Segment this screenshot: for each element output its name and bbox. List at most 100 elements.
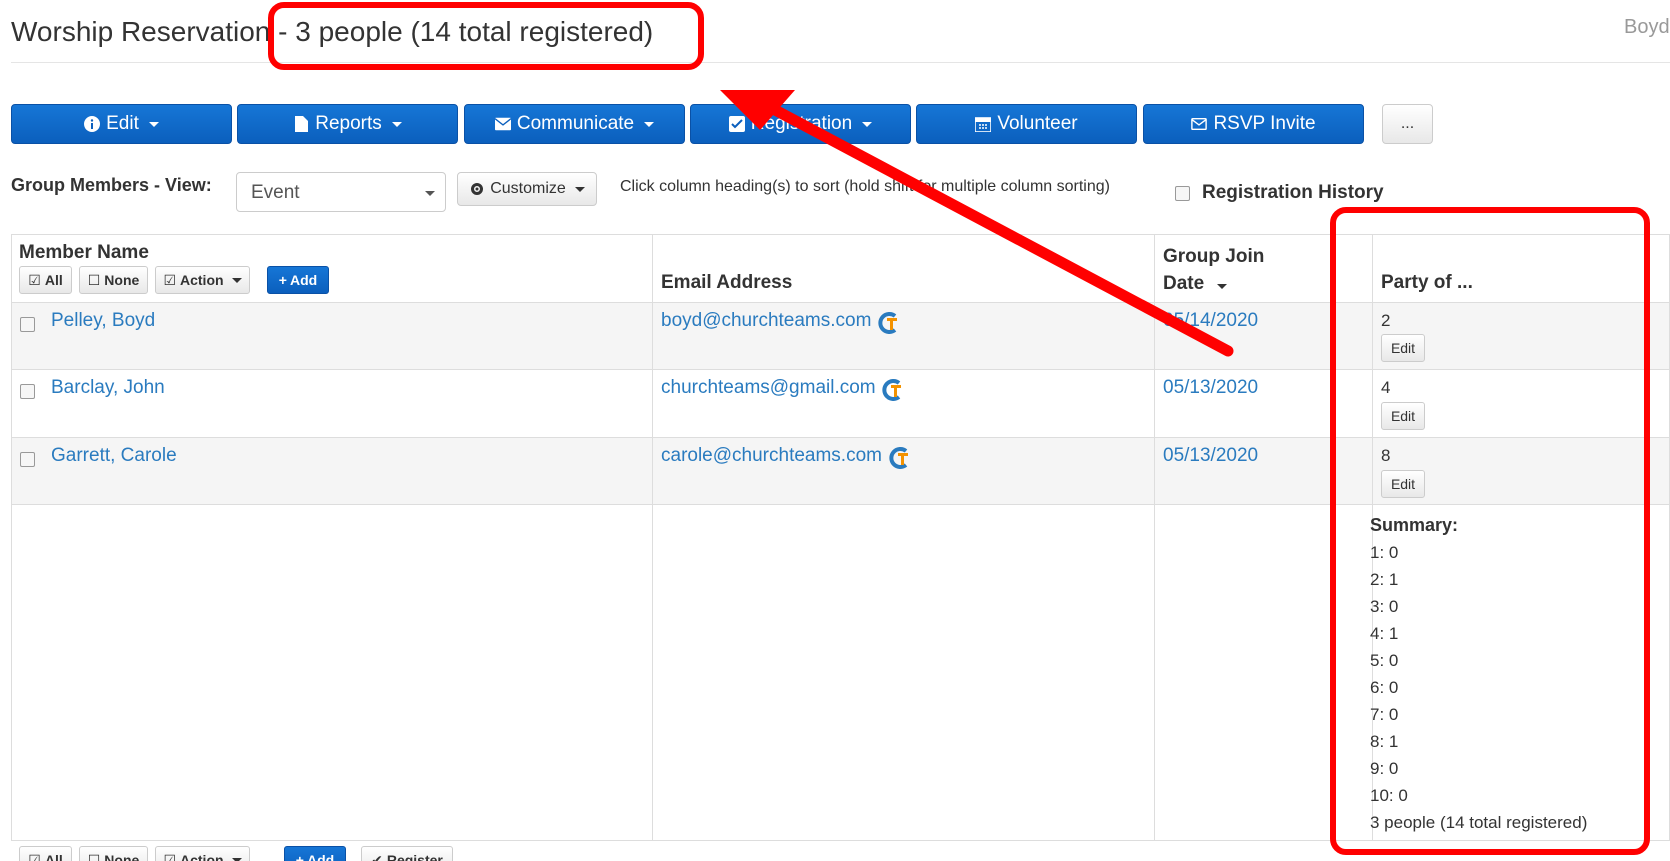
plus-icon: + [278,272,287,288]
edit-party-button[interactable]: Edit [1381,334,1425,362]
join-date-link[interactable]: 05/14/2020 [1163,310,1258,332]
check-square-icon: ☑ [163,851,176,861]
join-date-link[interactable]: 05/13/2020 [1163,377,1258,399]
rsvp-invite-button[interactable]: RSVP Invite [1143,104,1364,144]
summary-line: 5: 0 [1370,651,1399,670]
check-icon: ✔ [371,851,383,861]
party-size: 4 [1381,378,1391,397]
row-checkbox[interactable] [20,317,35,332]
edit-button[interactable]: Edit [11,104,232,144]
volunteer-button-label: Volunteer [997,113,1078,134]
row-checkbox[interactable] [20,452,35,467]
churchteams-icon[interactable] [882,379,904,401]
column-header-member-name[interactable]: Member Name [19,242,149,264]
check-square-icon [728,116,745,132]
column-header-email[interactable]: Email Address [661,272,792,294]
summary-line: 1: 0 [1370,543,1399,562]
volunteer-button[interactable]: Volunteer [916,104,1137,144]
title-divider [11,62,1670,63]
action-button[interactable]: ☑ Action [155,266,250,294]
column-header-join-date[interactable]: Group Join [1163,246,1264,268]
square-icon: ☐ [87,271,101,288]
view-select[interactable]: Event [236,172,446,212]
select-all-button-footer[interactable]: ☑ All [19,846,72,861]
square-icon: ☐ [87,851,101,861]
summary-line: 10: 0 [1370,786,1408,805]
envelope-icon [494,116,511,132]
select-none-label: None [104,852,140,861]
action-label: Action [180,272,224,288]
select-none-button-footer[interactable]: ☐ None [79,846,148,861]
email-link[interactable]: carole@churchteams.com [661,445,882,467]
summary-line: 9: 0 [1370,759,1399,778]
page-title: Worship Reservation - 3 people (14 total… [11,16,654,47]
churchteams-icon[interactable] [889,447,911,469]
chevron-down-icon [644,121,655,127]
table-border [11,840,1670,841]
chevron-down-icon [148,121,159,127]
summary-line: 3: 0 [1370,597,1399,616]
summary-line: 8: 1 [1370,732,1399,751]
add-member-button-footer[interactable]: + Add [284,846,346,861]
chevron-down-icon [231,277,242,283]
action-button-footer[interactable]: ☑ Action [155,846,250,861]
check-square-icon: ☑ [28,851,41,861]
table-border [11,504,1670,505]
table-border [11,437,1670,438]
user-name[interactable]: Boyd [1624,16,1670,39]
summary-total: 3 people (14 total registered) [1370,813,1588,832]
registration-button-label: Registration [750,113,853,134]
check-square-icon: ☑ [163,271,176,288]
summary-heading: Summary: [1370,515,1459,535]
table-border [11,302,1670,303]
select-none-button[interactable]: ☐ None [79,266,148,294]
edit-party-button[interactable]: Edit [1381,402,1425,430]
registration-button[interactable]: Registration [690,104,911,144]
plus-icon: + [295,852,304,861]
edit-button-label: Edit [106,113,139,134]
summary-line: 6: 0 [1370,678,1399,697]
select-all-button[interactable]: ☑ All [19,266,72,294]
rsvp-invite-button-label: RSVP Invite [1213,113,1316,134]
add-label: Add [289,272,318,288]
file-icon [293,116,309,132]
reports-button-label: Reports [315,113,382,134]
reports-button[interactable]: Reports [237,104,458,144]
row-checkbox[interactable] [20,384,35,399]
customize-button[interactable]: Customize [457,172,597,206]
communicate-button-label: Communicate [516,113,635,134]
email-link[interactable]: churchteams@gmail.com [661,377,876,399]
summary-line: 7: 0 [1370,705,1399,724]
email-link[interactable]: boyd@churchteams.com [661,310,871,332]
summary-line: 4: 1 [1370,624,1399,643]
add-member-button[interactable]: + Add [267,266,329,294]
registration-history-toggle[interactable]: Registration History [1175,182,1384,204]
check-square-icon: ☑ [28,271,41,288]
add-label: Add [306,852,335,861]
table-border [11,369,1670,370]
chevron-down-icon [231,857,242,861]
customize-button-label: Customize [490,180,566,197]
more-button[interactable]: ... [1382,104,1433,144]
column-header-join-date-line2[interactable]: Date [1163,273,1228,295]
member-name-link[interactable]: Garrett, Carole [51,445,177,467]
chevron-down-icon [425,191,435,196]
envelope-outline-icon [1191,116,1208,132]
register-button-footer[interactable]: ✔ Register [361,846,453,861]
join-date-link[interactable]: 05/13/2020 [1163,445,1258,467]
view-select-value: Event [251,182,300,203]
communicate-button[interactable]: Communicate [464,104,685,144]
churchteams-icon[interactable] [878,312,900,334]
column-header-party[interactable]: Party of ... [1381,272,1473,294]
member-name-link[interactable]: Barclay, John [51,377,165,399]
registration-history-checkbox[interactable] [1175,185,1190,201]
edit-party-button[interactable]: Edit [1381,470,1425,498]
chevron-down-icon [574,186,585,192]
table-border [1154,234,1155,840]
table-border [11,234,1670,235]
select-all-label: All [44,272,63,288]
register-label: Register [386,852,443,861]
party-size: 2 [1381,311,1391,330]
summary-line: 2: 1 [1370,570,1399,589]
member-name-link[interactable]: Pelley, Boyd [51,310,155,332]
